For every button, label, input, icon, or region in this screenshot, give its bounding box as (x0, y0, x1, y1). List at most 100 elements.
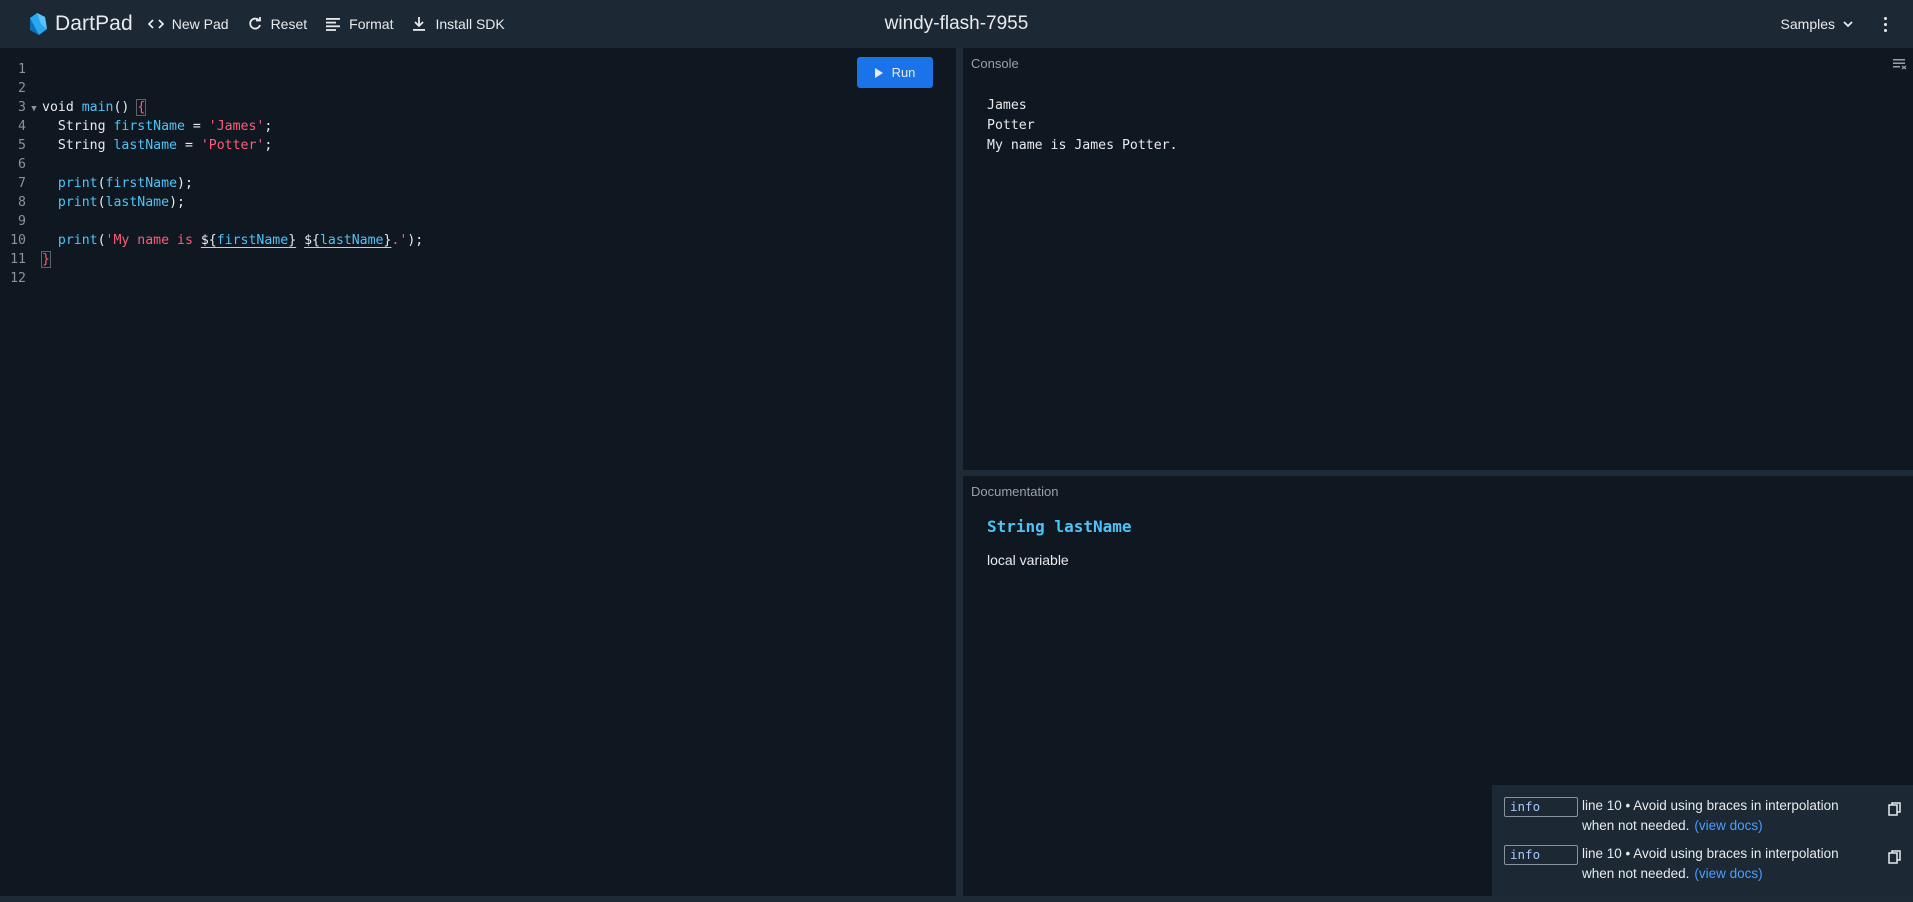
code-line: 11} (0, 250, 423, 269)
code-line: 4 String firstName = 'James'; (0, 117, 423, 136)
code-line: 9 (0, 212, 423, 231)
format-align-icon (325, 16, 341, 32)
reset-label: Reset (270, 16, 308, 32)
code-line: 6 (0, 155, 423, 174)
argument: lastName (105, 195, 170, 210)
line-number: 7 (18, 176, 26, 191)
line-number: 4 (18, 119, 26, 134)
open-brace: { (136, 99, 147, 116)
type-name: String (57, 138, 106, 153)
chevron-down-icon (1843, 20, 1853, 27)
documentation-body: local variable (987, 552, 1069, 568)
semicolon: ; (264, 119, 273, 134)
function-name: print (57, 195, 98, 210)
vertical-splitter[interactable] (956, 48, 963, 896)
issue-badge: info (1504, 845, 1578, 865)
string-space (296, 233, 304, 248)
issue-badge: info (1504, 797, 1578, 817)
brand[interactable]: DartPad (26, 0, 133, 48)
samples-label: Samples (1780, 16, 1835, 32)
interpolation-open: ${ (200, 233, 217, 248)
view-docs-link[interactable]: (view docs) (1694, 818, 1762, 833)
string-literal: 'My name is (105, 233, 201, 248)
code-lines[interactable]: 1 2 3 ▼ void main() { 4 String firstName =… (0, 60, 423, 288)
install-sdk-button[interactable]: Install SDK (411, 0, 505, 48)
copy-icon[interactable] (1888, 802, 1902, 816)
close-brace: } (41, 251, 51, 268)
function-name: print (57, 233, 98, 248)
format-button[interactable]: Format (325, 0, 393, 48)
operator: = (177, 138, 201, 153)
format-label: Format (349, 16, 394, 32)
line-number: 1 (18, 62, 26, 77)
function-name: print (57, 176, 98, 191)
string-literal: 'James' (208, 119, 265, 134)
more-menu-icon[interactable] (1875, 14, 1895, 34)
code-line: 3 ▼ void main() { (0, 98, 423, 117)
issue-message: line 10 • Avoid using braces in interpol… (1582, 844, 1872, 883)
paren: ); (177, 176, 193, 191)
console-line: My name is James Potter. (987, 138, 1178, 153)
console-output: James Potter My name is James Potter. (987, 96, 1178, 156)
function-name: main (81, 100, 114, 115)
run-button[interactable]: Run (857, 57, 933, 88)
brand-name: DartPad (55, 12, 133, 35)
string-literal: .' (391, 233, 408, 248)
code-icon (147, 16, 164, 32)
issues-panel: info line 10 • Avoid using braces in int… (1492, 785, 1913, 896)
parens: () (113, 100, 130, 115)
play-icon (874, 67, 883, 78)
reset-button[interactable]: Reset (247, 0, 308, 48)
semicolon: ; (264, 138, 273, 153)
samples-dropdown[interactable]: Samples (1781, 0, 1853, 48)
new-pad-label: New Pad (171, 16, 229, 32)
variable-name: firstName (113, 119, 185, 134)
line-number: 3 (18, 100, 26, 115)
new-pad-button[interactable]: New Pad (147, 0, 229, 48)
console-label: Console (971, 56, 1019, 71)
run-label: Run (891, 65, 916, 80)
copy-icon[interactable] (1888, 850, 1902, 864)
paren: ); (169, 195, 185, 210)
line-number: 5 (18, 138, 26, 153)
code-line: 1 (0, 60, 423, 79)
paren: ( (97, 176, 106, 191)
console-line: Potter (987, 118, 1035, 133)
argument: firstName (105, 176, 178, 191)
line-number: 9 (18, 214, 26, 229)
documentation-label: Documentation (971, 484, 1059, 499)
documentation-title: String lastName (987, 517, 1132, 536)
clear-console-icon[interactable] (1893, 58, 1907, 70)
keyword: void (42, 100, 74, 115)
bottom-bar (0, 896, 1913, 902)
console-panel: Console James Potter My name is James Po… (963, 48, 1913, 470)
paren: ( (97, 233, 106, 248)
download-icon (411, 16, 427, 32)
interpolation-close: } (288, 233, 297, 248)
interpolated-variable: firstName (216, 233, 289, 248)
line-number: 8 (18, 195, 26, 210)
line-number: 11 (10, 252, 26, 267)
issue-message: line 10 • Avoid using braces in interpol… (1582, 796, 1872, 835)
view-docs-link[interactable]: (view docs) (1694, 866, 1762, 881)
code-line: 2 (0, 79, 423, 98)
interpolated-variable: lastName (319, 233, 384, 248)
line-number: 2 (18, 81, 26, 96)
paren: ( (97, 195, 106, 210)
code-line: 12 (0, 269, 423, 288)
line-number: 10 (10, 233, 26, 248)
install-sdk-label: Install SDK (435, 16, 505, 32)
dart-logo-icon (30, 13, 47, 35)
line-number: 6 (18, 157, 26, 172)
code-line: 10 print('My name is ${firstName} ${last… (0, 231, 423, 250)
string-literal: 'Potter' (200, 138, 265, 153)
paren: ); (407, 233, 424, 248)
interpolation-open: ${ (304, 233, 320, 248)
code-line: 5 String lastName = 'Potter'; (0, 136, 423, 155)
code-line: 7 print(firstName); (0, 174, 423, 193)
variable-name: lastName (113, 138, 178, 153)
type-name: String (57, 119, 106, 134)
refresh-icon (247, 16, 263, 32)
pad-title[interactable]: windy-flash-7955 (885, 13, 1029, 34)
console-line: James (987, 98, 1027, 113)
